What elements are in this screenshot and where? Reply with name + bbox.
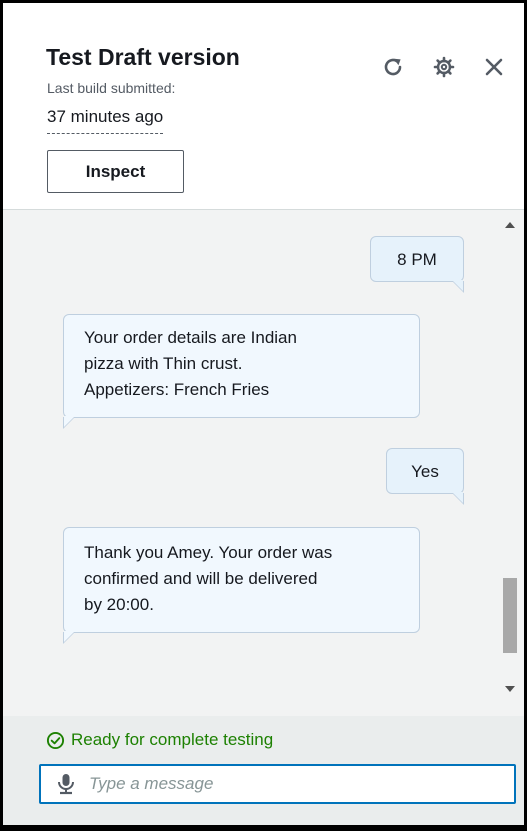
inspect-button[interactable]: Inspect: [47, 150, 184, 193]
gear-icon[interactable]: [430, 53, 458, 81]
panel-footer: Ready for complete testing: [3, 716, 524, 825]
status-text: Ready for complete testing: [71, 730, 274, 749]
close-icon[interactable]: [480, 53, 508, 81]
test-bot-panel: Test Draft version Last build submitted:…: [0, 0, 527, 831]
bot-message: Your order details are Indian pizza with…: [63, 314, 420, 429]
chat-transcript[interactable]: 8 PM Your order details are Indian pizza…: [3, 209, 524, 717]
user-message: 8 PM: [370, 236, 464, 293]
check-circle-icon: [46, 731, 65, 749]
message-text: pizza with Thin crust.: [84, 354, 243, 373]
message-text: confirmed and will be delivered: [84, 569, 318, 588]
user-message: Yes: [386, 448, 464, 505]
message-box[interactable]: [39, 764, 516, 804]
last-build-label: Last build submitted:: [47, 80, 176, 96]
message-text: Appetizers: French Fries: [84, 380, 270, 399]
message-text: Yes: [411, 462, 439, 481]
message-text: Thank you Amey. Your order was: [84, 543, 333, 562]
scroll-up-arrow-icon[interactable]: [500, 216, 520, 234]
refresh-icon[interactable]: [379, 53, 407, 81]
panel-header: Test Draft version Last build submitted:…: [3, 3, 524, 208]
message-text: by 20:00.: [84, 595, 154, 614]
bot-message: Thank you Amey. Your order was confirmed…: [63, 527, 420, 644]
microphone-icon[interactable]: [55, 773, 77, 795]
message-text: Your order details are Indian: [84, 328, 297, 347]
scrollbar-thumb[interactable]: [503, 578, 517, 653]
last-build-time[interactable]: 37 minutes ago: [47, 107, 164, 134]
scroll-down-arrow-icon[interactable]: [500, 680, 520, 698]
chat-scrollbar[interactable]: [500, 216, 520, 698]
panel-title: Test Draft version: [46, 44, 240, 70]
message-text: 8 PM: [397, 250, 437, 269]
status-indicator: Ready for complete testing: [46, 730, 273, 750]
message-input[interactable]: [89, 774, 514, 794]
